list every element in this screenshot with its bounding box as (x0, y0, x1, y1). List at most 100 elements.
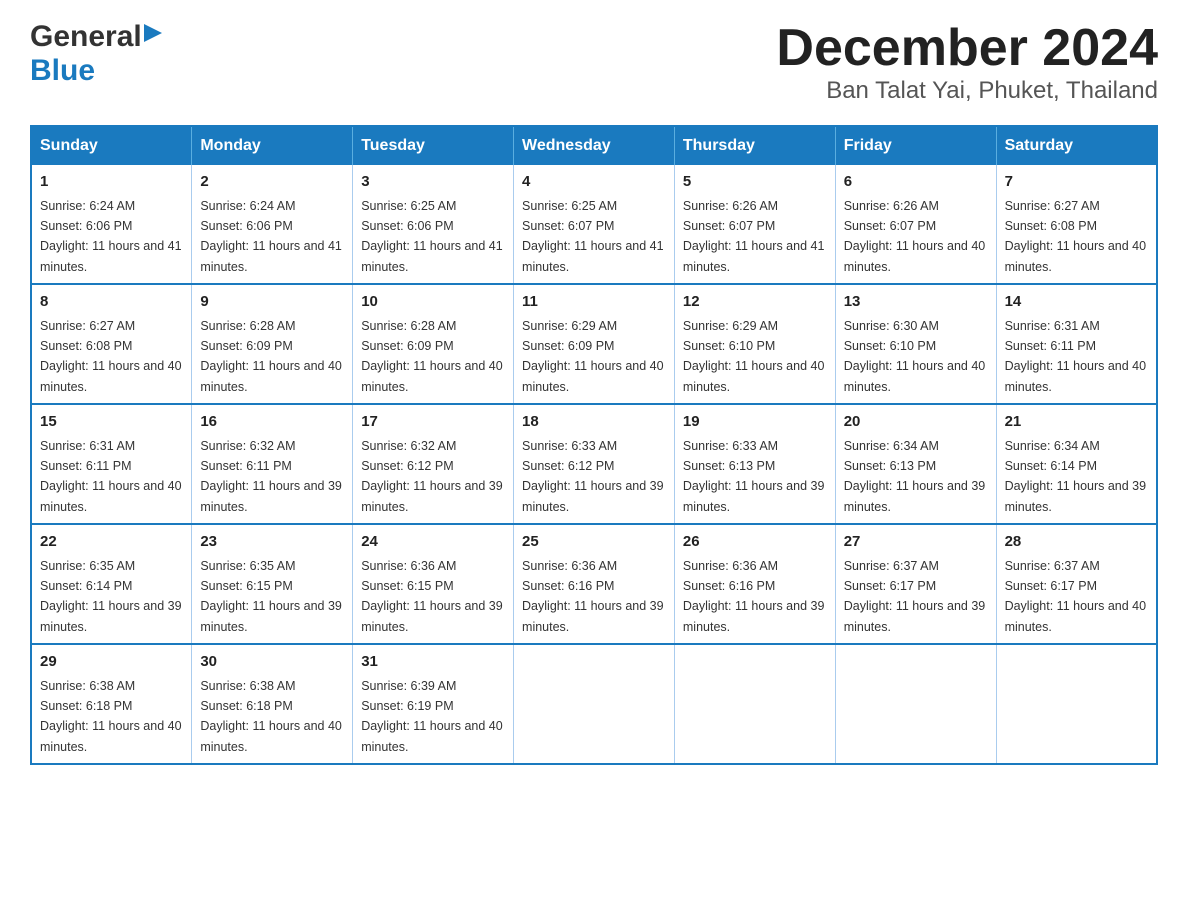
logo-general-text: General (30, 20, 142, 54)
column-header-saturday: Saturday (996, 126, 1157, 165)
calendar-cell: 8 Sunrise: 6:27 AMSunset: 6:08 PMDaylight… (31, 284, 192, 404)
month-year-title: December 2024 (776, 20, 1158, 77)
calendar-table: SundayMondayTuesdayWednesdayThursdayFrid… (30, 125, 1158, 765)
day-number: 8 (40, 291, 183, 314)
day-info: Sunrise: 6:38 AMSunset: 6:18 PMDaylight:… (40, 679, 182, 754)
calendar-cell: 19Sunrise: 6:33 AMSunset: 6:13 PMDayligh… (674, 404, 835, 524)
column-header-friday: Friday (835, 126, 996, 165)
day-info: Sunrise: 6:31 AMSunset: 6:11 PMDaylight:… (1005, 319, 1147, 394)
calendar-cell (835, 644, 996, 764)
calendar-cell: 29 Sunrise: 6:38 AMSunset: 6:18 PMDayligh… (31, 644, 192, 764)
day-number: 29 (40, 651, 183, 674)
day-info: Sunrise: 6:31 AMSunset: 6:11 PMDaylight:… (40, 439, 182, 514)
calendar-cell: 27 Sunrise: 6:37 AMSunset: 6:17 PMDayligh… (835, 524, 996, 644)
day-info: Sunrise: 6:33 AMSunset: 6:12 PMDaylight:… (522, 439, 664, 514)
day-number: 26 (683, 531, 827, 554)
day-number: 20 (844, 411, 988, 434)
day-number: 12 (683, 291, 827, 314)
day-info: Sunrise: 6:39 AMSunset: 6:19 PMDaylight:… (361, 679, 503, 754)
day-number: 27 (844, 531, 988, 554)
column-header-sunday: Sunday (31, 126, 192, 165)
day-number: 2 (200, 171, 344, 194)
calendar-cell: 21Sunrise: 6:34 AMSunset: 6:14 PMDayligh… (996, 404, 1157, 524)
calendar-cell: 4 Sunrise: 6:25 AMSunset: 6:07 PMDaylight… (514, 165, 675, 284)
day-number: 6 (844, 171, 988, 194)
day-info: Sunrise: 6:35 AMSunset: 6:14 PMDaylight:… (40, 559, 182, 634)
calendar-cell: 9Sunrise: 6:28 AMSunset: 6:09 PMDaylight… (192, 284, 353, 404)
day-info: Sunrise: 6:32 AMSunset: 6:11 PMDaylight:… (200, 439, 342, 514)
logo-arrow-icon (144, 24, 162, 47)
column-header-monday: Monday (192, 126, 353, 165)
calendar-cell: 6 Sunrise: 6:26 AMSunset: 6:07 PMDaylight… (835, 165, 996, 284)
calendar-cell: 13 Sunrise: 6:30 AMSunset: 6:10 PMDayligh… (835, 284, 996, 404)
day-info: Sunrise: 6:36 AMSunset: 6:16 PMDaylight:… (683, 559, 825, 634)
day-info: Sunrise: 6:27 AMSunset: 6:08 PMDaylight:… (40, 319, 182, 394)
day-number: 15 (40, 411, 183, 434)
day-info: Sunrise: 6:25 AMSunset: 6:07 PMDaylight:… (522, 199, 664, 274)
day-number: 24 (361, 531, 505, 554)
calendar-week-row: 8 Sunrise: 6:27 AMSunset: 6:08 PMDaylight… (31, 284, 1157, 404)
calendar-cell: 24 Sunrise: 6:36 AMSunset: 6:15 PMDayligh… (353, 524, 514, 644)
day-number: 22 (40, 531, 183, 554)
day-number: 25 (522, 531, 666, 554)
day-info: Sunrise: 6:29 AMSunset: 6:09 PMDaylight:… (522, 319, 664, 394)
day-info: Sunrise: 6:37 AMSunset: 6:17 PMDaylight:… (844, 559, 986, 634)
day-info: Sunrise: 6:24 AMSunset: 6:06 PMDaylight:… (200, 199, 342, 274)
day-number: 14 (1005, 291, 1148, 314)
day-info: Sunrise: 6:37 AMSunset: 6:17 PMDaylight:… (1005, 559, 1147, 634)
day-number: 11 (522, 291, 666, 314)
calendar-cell (514, 644, 675, 764)
calendar-cell: 1Sunrise: 6:24 AMSunset: 6:06 PMDaylight… (31, 165, 192, 284)
calendar-cell (674, 644, 835, 764)
page-header: General Blue December 2024 Ban Talat Yai… (30, 20, 1158, 105)
calendar-cell: 16 Sunrise: 6:32 AMSunset: 6:11 PMDayligh… (192, 404, 353, 524)
day-number: 30 (200, 651, 344, 674)
day-info: Sunrise: 6:35 AMSunset: 6:15 PMDaylight:… (200, 559, 342, 634)
calendar-week-row: 15 Sunrise: 6:31 AMSunset: 6:11 PMDayligh… (31, 404, 1157, 524)
calendar-cell: 31 Sunrise: 6:39 AMSunset: 6:19 PMDayligh… (353, 644, 514, 764)
calendar-cell: 7 Sunrise: 6:27 AMSunset: 6:08 PMDaylight… (996, 165, 1157, 284)
day-number: 28 (1005, 531, 1148, 554)
day-number: 16 (200, 411, 344, 434)
day-info: Sunrise: 6:32 AMSunset: 6:12 PMDaylight:… (361, 439, 503, 514)
title-block: December 2024 Ban Talat Yai, Phuket, Tha… (776, 20, 1158, 105)
column-header-thursday: Thursday (674, 126, 835, 165)
day-info: Sunrise: 6:26 AMSunset: 6:07 PMDaylight:… (844, 199, 986, 274)
calendar-cell: 12 Sunrise: 6:29 AMSunset: 6:10 PMDayligh… (674, 284, 835, 404)
column-header-wednesday: Wednesday (514, 126, 675, 165)
day-number: 17 (361, 411, 505, 434)
location-subtitle: Ban Talat Yai, Phuket, Thailand (776, 77, 1158, 105)
day-info: Sunrise: 6:38 AMSunset: 6:18 PMDaylight:… (200, 679, 342, 754)
calendar-cell: 22 Sunrise: 6:35 AMSunset: 6:14 PMDayligh… (31, 524, 192, 644)
day-info: Sunrise: 6:27 AMSunset: 6:08 PMDaylight:… (1005, 199, 1147, 274)
day-number: 31 (361, 651, 505, 674)
calendar-cell: 3 Sunrise: 6:25 AMSunset: 6:06 PMDaylight… (353, 165, 514, 284)
day-info: Sunrise: 6:25 AMSunset: 6:06 PMDaylight:… (361, 199, 503, 274)
calendar-week-row: 29 Sunrise: 6:38 AMSunset: 6:18 PMDayligh… (31, 644, 1157, 764)
day-number: 18 (522, 411, 666, 434)
calendar-cell: 10 Sunrise: 6:28 AMSunset: 6:09 PMDayligh… (353, 284, 514, 404)
calendar-cell: 18 Sunrise: 6:33 AMSunset: 6:12 PMDayligh… (514, 404, 675, 524)
calendar-cell: 30 Sunrise: 6:38 AMSunset: 6:18 PMDayligh… (192, 644, 353, 764)
day-info: Sunrise: 6:34 AMSunset: 6:13 PMDaylight:… (844, 439, 986, 514)
calendar-cell: 20 Sunrise: 6:34 AMSunset: 6:13 PMDayligh… (835, 404, 996, 524)
day-number: 23 (200, 531, 344, 554)
day-info: Sunrise: 6:29 AMSunset: 6:10 PMDaylight:… (683, 319, 825, 394)
day-number: 10 (361, 291, 505, 314)
calendar-cell: 26 Sunrise: 6:36 AMSunset: 6:16 PMDayligh… (674, 524, 835, 644)
calendar-cell: 28 Sunrise: 6:37 AMSunset: 6:17 PMDayligh… (996, 524, 1157, 644)
day-number: 13 (844, 291, 988, 314)
calendar-cell: 14 Sunrise: 6:31 AMSunset: 6:11 PMDayligh… (996, 284, 1157, 404)
day-number: 21 (1005, 411, 1148, 434)
day-number: 7 (1005, 171, 1148, 194)
day-number: 9 (200, 291, 344, 314)
day-info: Sunrise: 6:28 AMSunset: 6:09 PMDaylight:… (361, 319, 503, 394)
day-number: 4 (522, 171, 666, 194)
day-info: Sunrise: 6:36 AMSunset: 6:15 PMDaylight:… (361, 559, 503, 634)
day-info: Sunrise: 6:36 AMSunset: 6:16 PMDaylight:… (522, 559, 664, 634)
calendar-cell: 5Sunrise: 6:26 AMSunset: 6:07 PMDaylight… (674, 165, 835, 284)
day-info: Sunrise: 6:24 AMSunset: 6:06 PMDaylight:… (40, 199, 182, 274)
day-number: 3 (361, 171, 505, 194)
calendar-header-row: SundayMondayTuesdayWednesdayThursdayFrid… (31, 126, 1157, 165)
day-info: Sunrise: 6:30 AMSunset: 6:10 PMDaylight:… (844, 319, 986, 394)
